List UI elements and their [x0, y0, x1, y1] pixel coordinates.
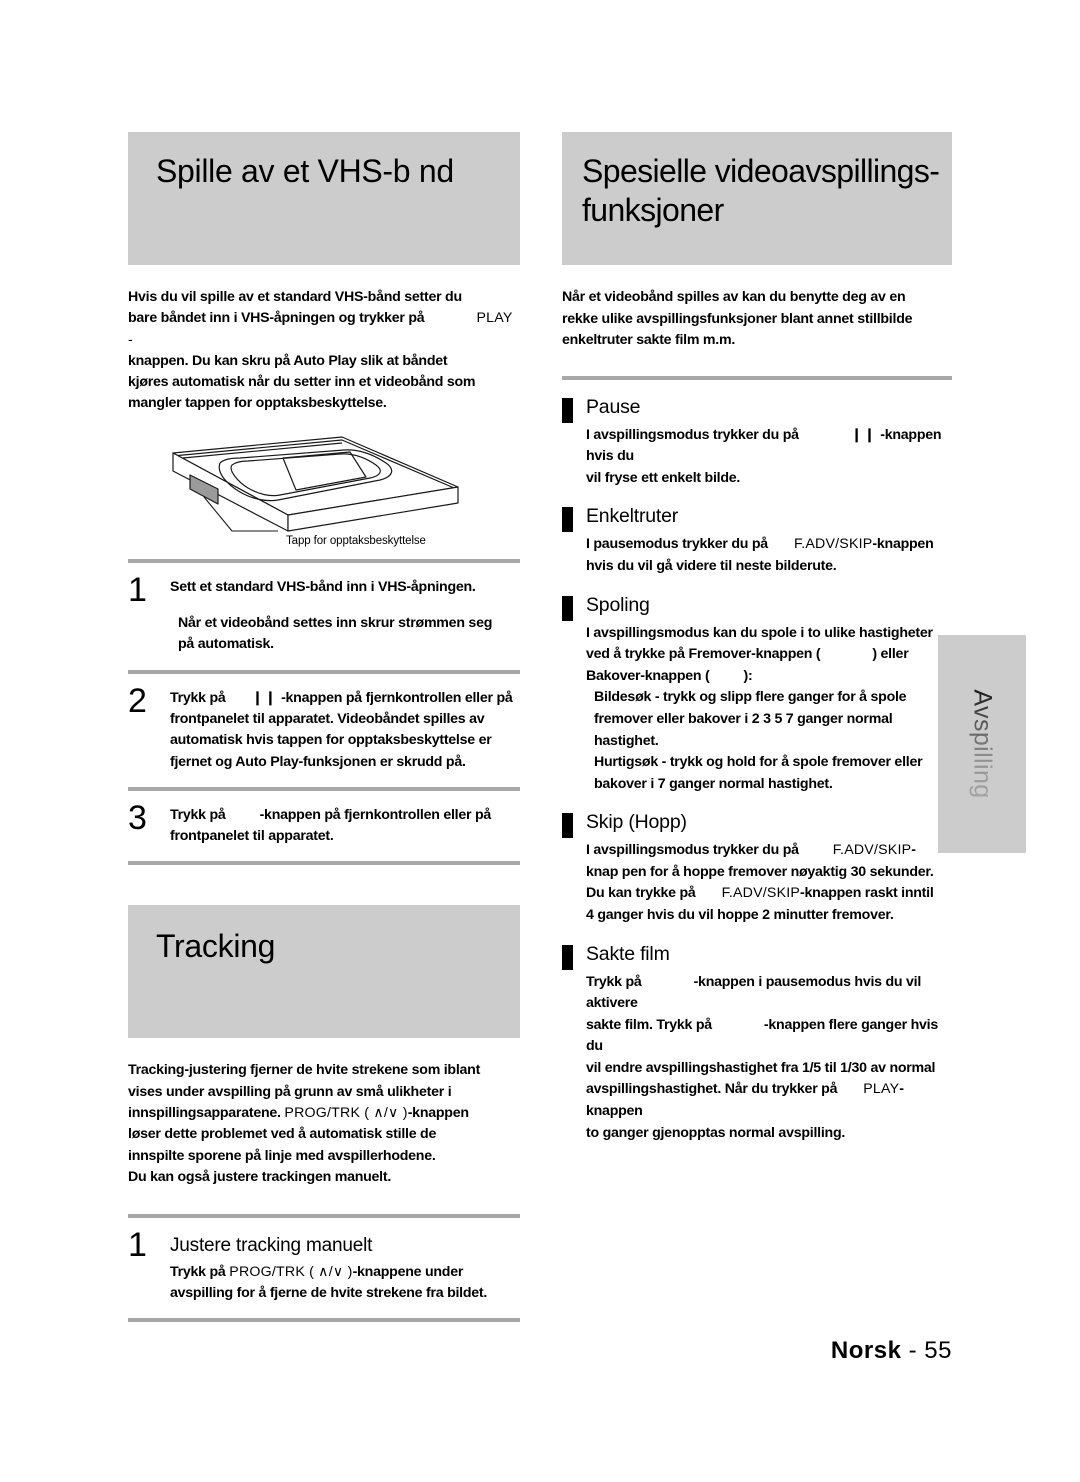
feature-sakte-film: Sakte film Trykk på -knappen i pausemodus…: [562, 943, 952, 1145]
prog-trk-button-label-2: PROG/TRK ( ∧/∨ ): [229, 1263, 353, 1280]
step-1: 1 Sett et standard VHS-bånd inn i VHS-åp…: [128, 563, 520, 670]
divider-above-pause: [562, 375, 952, 380]
section-bullet-icon: [562, 507, 573, 533]
playback-intro-paragraph: Hvis du vil spille av et standard VHS-bå…: [128, 287, 520, 415]
pause-text-before: I avspillingsmodus trykker du på: [586, 426, 799, 443]
feature-enkeltruter: Enkeltruter I pausemodus trykker du på F.…: [562, 505, 952, 577]
feature-skip-hopp: Skip (Hopp) I avspillingsmodus trykker d…: [562, 811, 952, 926]
page-footer: Norsk - 55: [0, 1337, 952, 1365]
section-bullet-icon: [562, 813, 573, 839]
spoling-line-2a: ved å trykke på Fremover-knappen (: [586, 646, 821, 663]
spoling-bullet-1: Bildesøk - trykk og slipp flere ganger f…: [594, 689, 907, 749]
fadv-skip-button-label: F.ADV/SKIP: [793, 536, 873, 553]
step-2-number: 2: [128, 681, 147, 720]
chapter-title-special-functions: Spesielle videoavspillings- funksjoner: [582, 153, 940, 229]
fadv-skip-button-label-2: F.ADV/SKIP: [832, 842, 912, 859]
step-2: 2 Trykk på ❙❙ -knappen på fjernkontrollen…: [128, 674, 520, 787]
intro-line-2: bare båndet inn i VHS-åpningen og trykke…: [128, 310, 425, 327]
side-tab-label: Avspilling: [968, 689, 997, 799]
section-bullet-icon: [562, 595, 573, 621]
step-2-body: Trykk på ❙❙ -knappen på fjernkontrollen e…: [170, 686, 520, 773]
intro-line-1: Hvis du vil spille av et standard VHS-bå…: [128, 289, 462, 305]
step-3-body: Trykk på -knappen på fjernkontrollen elle…: [170, 803, 520, 848]
spoling-bullet-2: Hurtigsøk - trykk og hold for å spole fr…: [594, 754, 923, 792]
feature-enkeltruter-title: Enkeltruter: [586, 505, 679, 528]
manual-page: Spille av et VHS-b nd Hvis du vil spille…: [0, 0, 1080, 1482]
fadv-skip-button-label-3: F.ADV/SKIP: [721, 885, 801, 902]
chapter-title-playback: Spille av et VHS-b nd: [156, 153, 454, 189]
feature-pause-body: I avspillingsmodus trykker du på ❙❙ -knap…: [586, 425, 952, 490]
step-1-subtext: Når et videobånd settes inn skrur strømm…: [178, 615, 493, 653]
intro-line-4: knappen. Du kan skru på Auto Play slik a…: [128, 352, 448, 369]
spoling-line-1: I avspillingsmodus kan du spole i to uli…: [586, 624, 933, 641]
special-functions-intro: Når et videobånd spilles av kan du benyt…: [562, 289, 913, 349]
right-column: Spesielle videoavspillings- funksjoner N…: [562, 132, 952, 1144]
step-3-number: 3: [128, 798, 147, 837]
footer-separator: -: [908, 1337, 918, 1364]
spoling-line-2b: ) eller: [872, 646, 909, 663]
sakte-text-before: Trykk på: [586, 973, 642, 990]
skip-text-before: I avspillingsmodus trykker du på: [586, 842, 799, 859]
feature-sakte-film-head: Sakte film: [562, 943, 952, 970]
footer-page-number: 55: [924, 1337, 952, 1364]
tracking-step-1-heading: Justere tracking manuelt: [170, 1235, 373, 1257]
intro-line-5: kjøres automatisk når du setter inn et v…: [128, 374, 476, 391]
feature-sakte-film-title: Sakte film: [586, 942, 670, 965]
step-1-text: Sett et standard VHS-bånd inn i VHS-åpni…: [170, 578, 476, 595]
step-3: 3 Trykk på -knappen på fjernkontrollen el…: [128, 791, 520, 862]
feature-spoling-body: I avspillingsmodus kan du spole i to uli…: [586, 623, 952, 796]
feature-spoling-title: Spoling: [586, 593, 650, 616]
feature-enkeltruter-body: I pausemodus trykker du på F.ADV/SKIP-kna…: [586, 534, 952, 577]
spoling-line-3a: Bakover-knappen (: [586, 667, 710, 684]
divider-below-step-3: [128, 861, 520, 866]
divider-below-tracking-step: [128, 1318, 520, 1323]
section-bullet-icon: [562, 944, 573, 970]
cassette-callout-caption: Tapp for opptaksbeskyttelse: [286, 534, 426, 547]
feature-skip-hopp-head: Skip (Hopp): [562, 811, 952, 839]
chapter-title-tracking: Tracking: [156, 928, 276, 965]
side-tab-avspilling: Avspilling: [938, 635, 1026, 853]
feature-pause: Pause I avspillingsmodus trykker du på ❙❙…: [562, 396, 952, 490]
feature-skip-hopp-title: Skip (Hopp): [586, 811, 687, 834]
feature-skip-hopp-body: I avspillingsmodus trykker du på F.ADV/SK…: [586, 840, 952, 926]
feature-sakte-film-body: Trykk på -knappen i pausemodus hvis du vi…: [586, 972, 952, 1145]
feature-pause-title: Pause: [586, 395, 641, 418]
step-2-text-before: Trykk på: [170, 689, 226, 706]
vhs-cassette-illustration: Tapp for opptaksbeskyttelse: [128, 431, 520, 559]
tracking-step-1: 1 Justere tracking manuelt Trykk på PROG/…: [128, 1218, 520, 1318]
step-1-number: 1: [128, 570, 147, 609]
enkeltruter-text-before: I pausemodus trykker du på: [586, 536, 768, 553]
step-3-text-before: Trykk på: [170, 806, 226, 823]
spoling-line-3b: ):: [743, 667, 753, 684]
pause-glyph: ❙❙: [251, 689, 278, 706]
feature-pause-head: Pause: [562, 396, 952, 423]
step-1-body: Sett et standard VHS-bånd inn i VHS-åpni…: [170, 575, 520, 656]
feature-spoling: Spoling I avspillingsmodus kan du spole …: [562, 594, 952, 796]
feature-enkeltruter-head: Enkeltruter: [562, 505, 952, 533]
footer-language: Norsk: [830, 1337, 902, 1364]
pause-glyph-right: ❙❙: [850, 426, 877, 443]
intro-line-6: mangler tappen for opptaksbeskyttelse.: [128, 395, 387, 412]
left-column: Spille av et VHS-b nd Hvis du vil spille…: [128, 132, 520, 1323]
tracking-step-1-text-before: Trykk på: [170, 1263, 226, 1280]
chapter-header-special-functions: Spesielle videoavspillings- funksjoner: [562, 132, 952, 265]
chapter-header-tracking: Tracking: [128, 905, 520, 1039]
tracking-step-1-body: Justere tracking manuelt Trykk på PROG/TR…: [170, 1230, 520, 1304]
tracking-intro-paragraph: Tracking-justering fjerner de hvite stre…: [128, 1060, 520, 1188]
tracking-step-1-number: 1: [128, 1226, 147, 1265]
prog-trk-button-label: PROG/TRK ( ∧/∨ ): [284, 1105, 408, 1122]
play-button-label-2: PLAY: [863, 1081, 900, 1098]
chapter-header-playback: Spille av et VHS-b nd: [128, 132, 520, 265]
feature-spoling-head: Spoling: [562, 594, 952, 621]
section-bullet-icon: [562, 397, 573, 423]
